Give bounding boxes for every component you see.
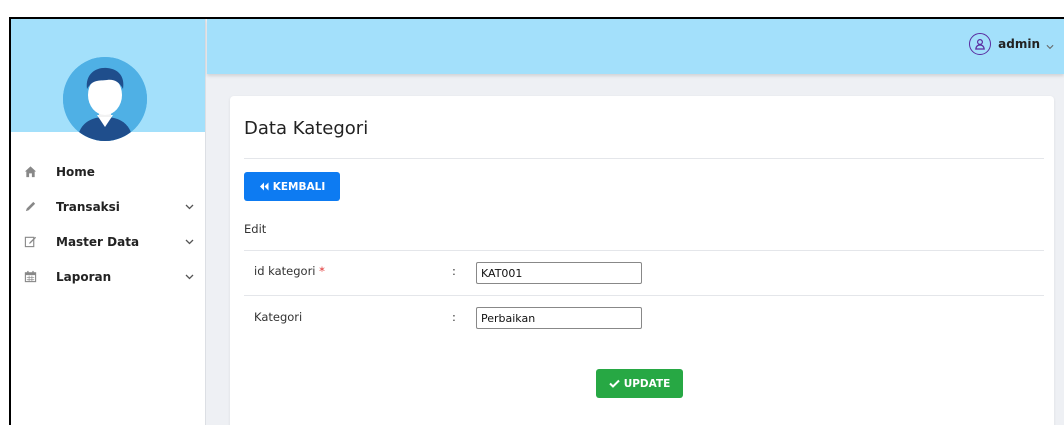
sidebar-item-home[interactable]: Home bbox=[11, 154, 205, 189]
sidebar-item-laporan[interactable]: Laporan bbox=[11, 259, 205, 294]
sidebar: Home Transaksi Master Data Laporan bbox=[11, 19, 206, 425]
user-avatar-icon bbox=[63, 57, 147, 141]
sidebar-item-label: Laporan bbox=[56, 269, 112, 284]
back-button[interactable]: KEMBALI bbox=[244, 172, 340, 201]
section-label: Edit bbox=[244, 222, 267, 236]
sidebar-header bbox=[11, 19, 205, 141]
chevron-down-icon bbox=[183, 271, 195, 283]
sidebar-menu: Home Transaksi Master Data Laporan bbox=[11, 132, 205, 294]
pencil-icon bbox=[23, 200, 37, 214]
page-title: Data Kategori bbox=[244, 118, 369, 139]
divider bbox=[244, 295, 1044, 296]
id-kategori-label: id kategori * bbox=[254, 264, 325, 278]
kategori-label: Kategori bbox=[254, 310, 303, 324]
colon: : bbox=[452, 264, 456, 278]
chevron-down-icon bbox=[183, 236, 195, 248]
check-icon bbox=[608, 379, 620, 388]
chevron-down-icon bbox=[183, 201, 195, 213]
id-kategori-label-text: id kategori bbox=[254, 264, 316, 278]
update-button-label: UPDATE bbox=[623, 377, 671, 390]
chevron-down-icon bbox=[1046, 35, 1054, 54]
content-card: Data Kategori KEMBALI Edit id kategori *… bbox=[230, 96, 1054, 425]
username: admin bbox=[998, 37, 1040, 51]
sidebar-item-label: Master Data bbox=[56, 234, 140, 249]
sidebar-item-transaksi[interactable]: Transaksi bbox=[11, 189, 205, 224]
app-window: Home Transaksi Master Data Laporan admin… bbox=[9, 17, 1064, 425]
sidebar-item-label: Home bbox=[56, 164, 95, 179]
topbar: admin bbox=[207, 19, 1064, 74]
calendar-icon bbox=[23, 270, 37, 284]
kategori-input[interactable] bbox=[476, 307, 642, 329]
colon: : bbox=[452, 310, 456, 324]
sidebar-item-master-data[interactable]: Master Data bbox=[11, 224, 205, 259]
sidebar-item-label: Transaksi bbox=[56, 199, 120, 214]
back-button-label: KEMBALI bbox=[272, 180, 326, 193]
user-icon bbox=[969, 33, 992, 55]
required-mark: * bbox=[319, 264, 325, 278]
divider bbox=[244, 158, 1044, 159]
id-kategori-input[interactable] bbox=[476, 262, 642, 284]
home-icon bbox=[23, 165, 37, 179]
divider bbox=[244, 250, 1044, 251]
backward-icon bbox=[259, 182, 269, 191]
edit-icon bbox=[23, 235, 37, 249]
user-menu[interactable]: admin bbox=[969, 33, 1054, 55]
update-button[interactable]: UPDATE bbox=[596, 369, 683, 398]
avatar bbox=[63, 57, 147, 141]
